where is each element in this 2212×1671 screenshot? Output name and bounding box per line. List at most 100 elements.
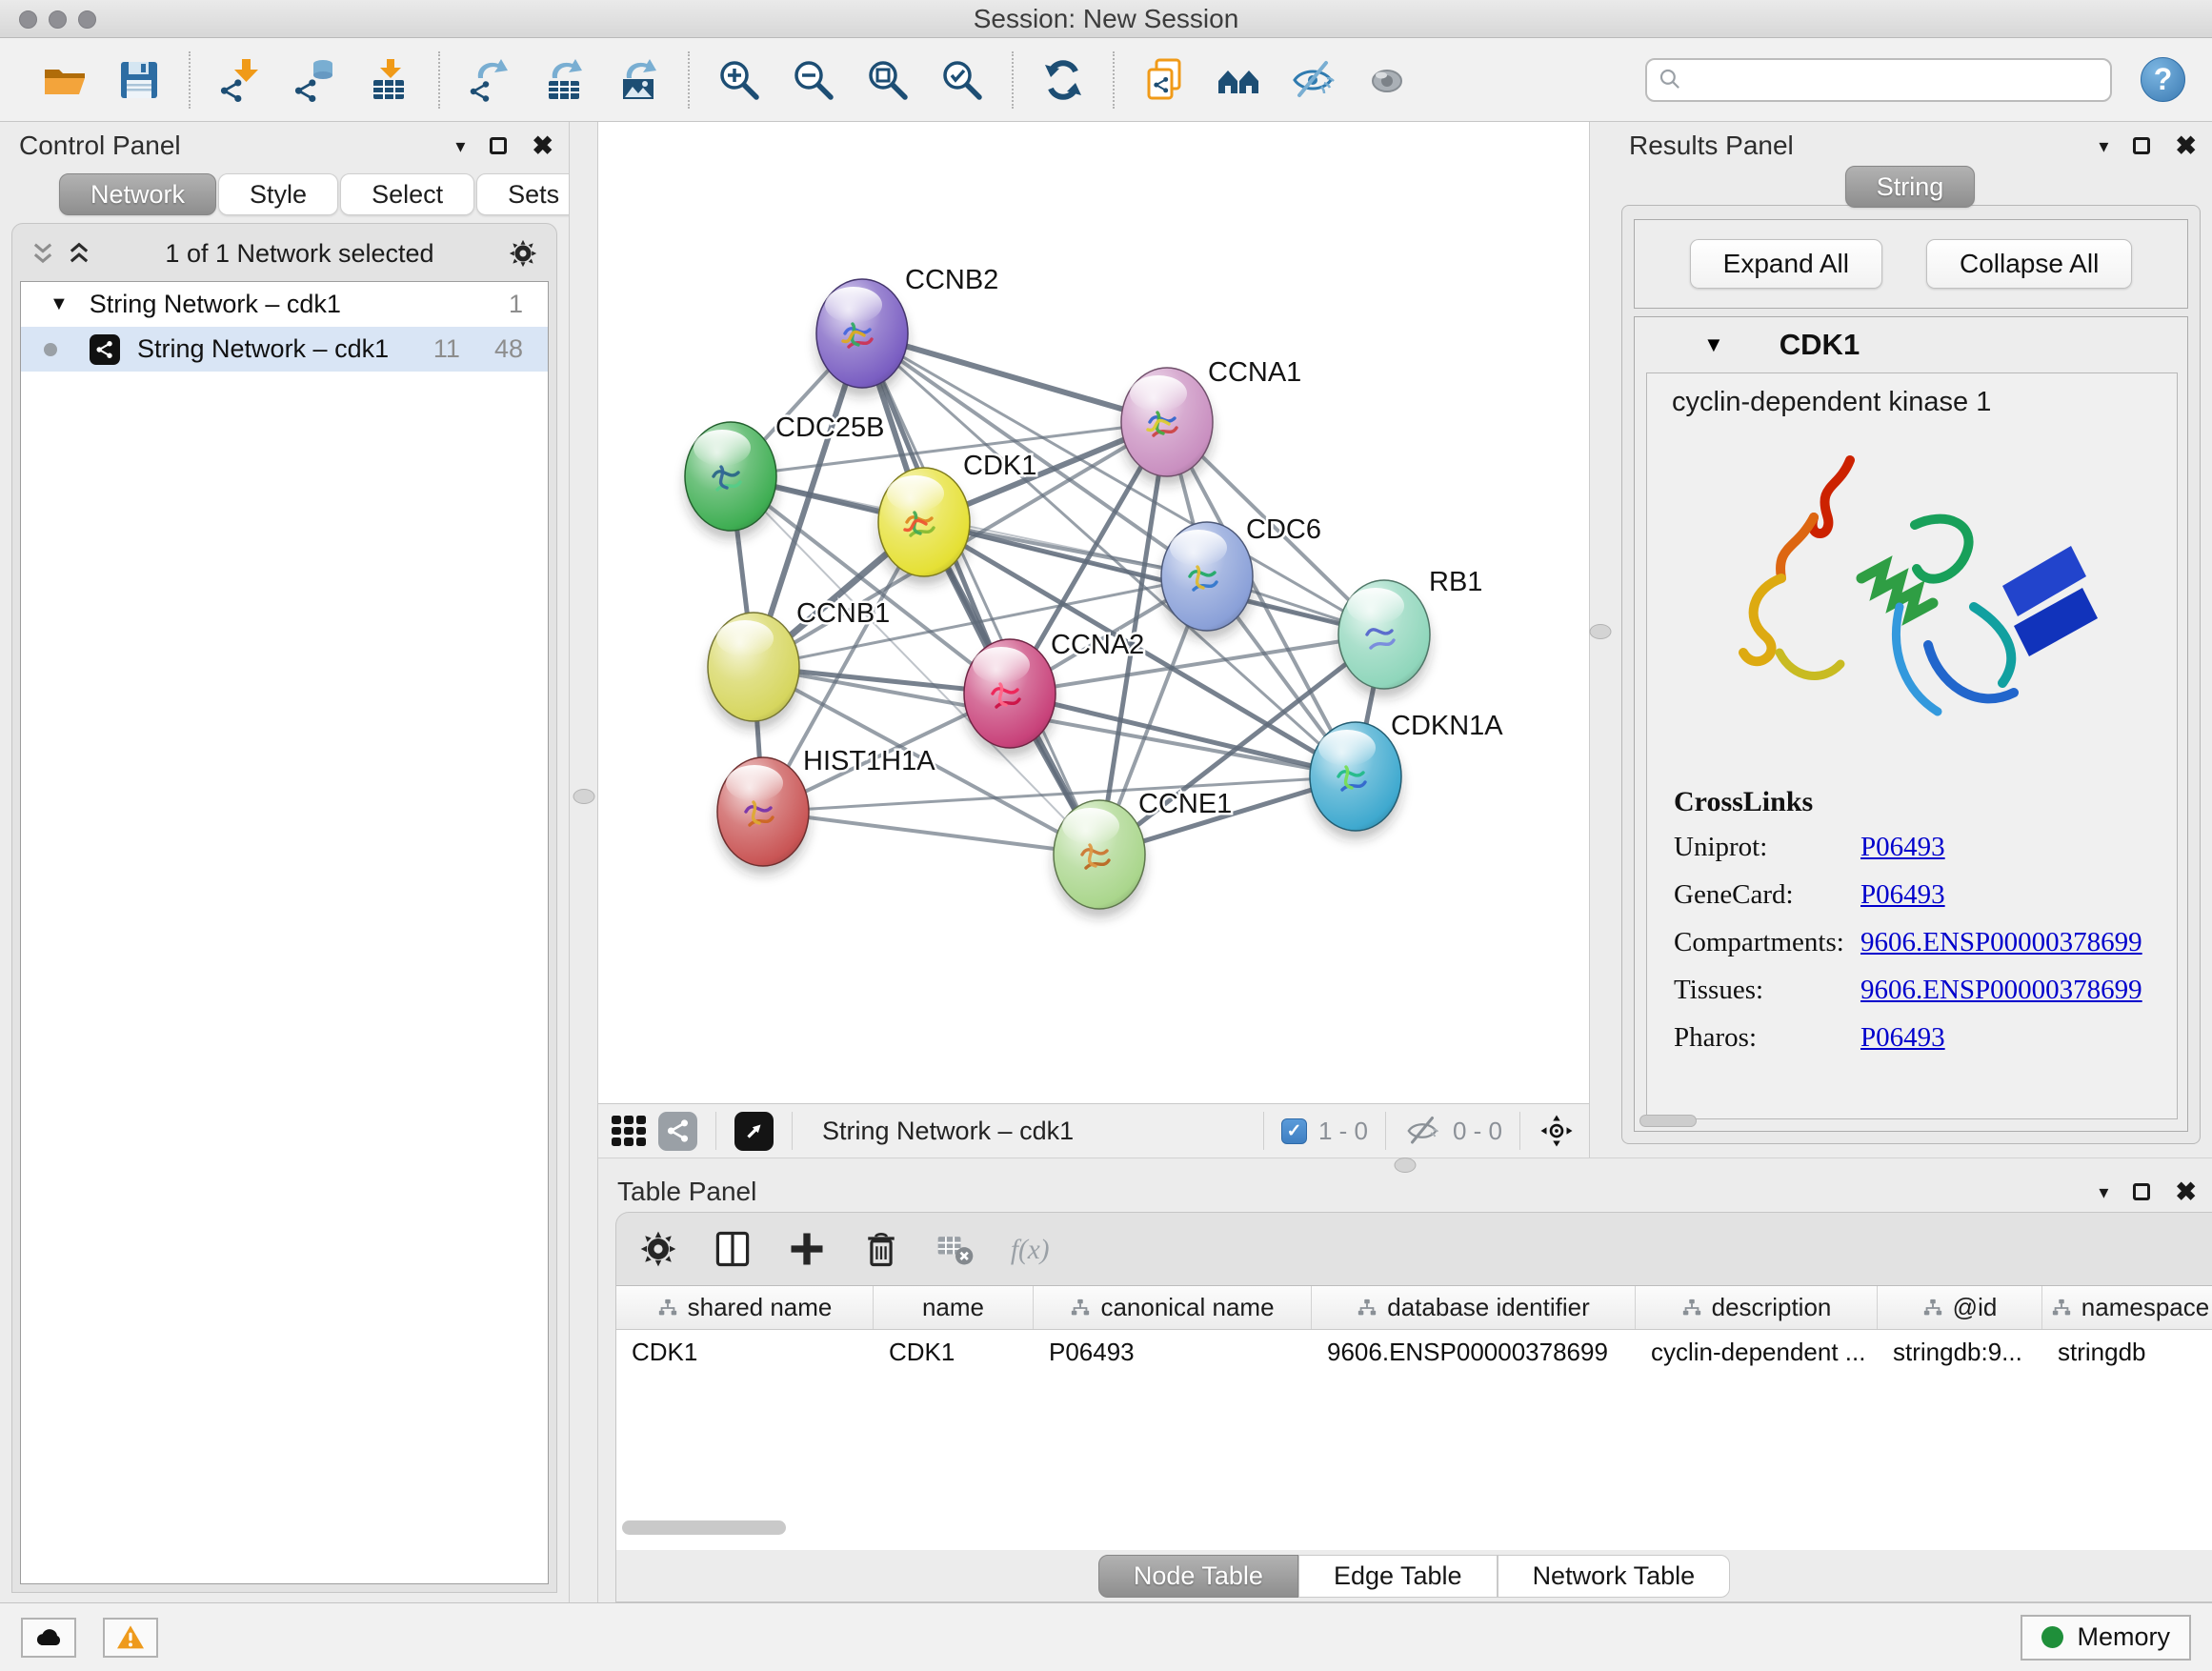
control-panel-float-icon[interactable] [490, 137, 507, 154]
collection-expand-icon[interactable]: ▼ [50, 293, 69, 315]
import-table-button[interactable] [364, 55, 413, 105]
export-table-button[interactable] [539, 55, 589, 105]
results-panel-close-icon[interactable]: ✖ [2175, 133, 2197, 159]
column-header-description[interactable]: description [1636, 1286, 1878, 1329]
zoom-out-button[interactable] [789, 55, 838, 105]
crosslink-link[interactable]: P06493 [1860, 832, 1945, 863]
table-cell[interactable]: 9606.ENSP00000378699 [1312, 1330, 1636, 1374]
network-canvas[interactable]: CCNB2CCNA1CDC25BCDK1CDC6RB1CCNB1CCNA2CDK… [598, 122, 1589, 1103]
zoom-fit-button[interactable] [863, 55, 913, 105]
refresh-layout-button[interactable] [1038, 55, 1088, 105]
collapse-all-icon[interactable] [30, 240, 56, 267]
hidden-eye-icon[interactable] [1403, 1112, 1441, 1150]
network-node-CDC6[interactable]: CDC6 [1161, 514, 1321, 639]
control-panel-collapse-icon[interactable]: ▾ [455, 134, 465, 158]
save-session-button[interactable] [114, 55, 164, 105]
zoom-selected-button[interactable] [937, 55, 987, 105]
first-neighbors-button[interactable] [1214, 55, 1263, 105]
left-splitter[interactable] [569, 122, 598, 1602]
network-results-splitter[interactable] [1589, 122, 1610, 1158]
maximize-window-button[interactable] [78, 10, 96, 29]
table-panel-float-icon[interactable] [2133, 1183, 2150, 1200]
tab-network-table[interactable]: Network Table [1498, 1555, 1731, 1598]
import-network-database-button[interactable] [290, 55, 339, 105]
table-settings-button[interactable] [635, 1226, 681, 1272]
column-header-namespace[interactable]: namespace [2042, 1286, 2212, 1329]
hide-selected-button[interactable] [1288, 55, 1337, 105]
add-column-button[interactable] [784, 1226, 830, 1272]
cloud-status-button[interactable] [21, 1618, 76, 1658]
table-cell[interactable]: stringdb:9... [1878, 1330, 2042, 1374]
table-cell[interactable]: CDK1 [874, 1330, 1034, 1374]
table-panel-collapse-icon[interactable]: ▾ [2099, 1180, 2108, 1204]
table-cell[interactable]: P06493 [1034, 1330, 1312, 1374]
table-panel-splitter-handle[interactable] [1395, 1158, 1417, 1173]
table-horizontal-scrollbar[interactable] [622, 1520, 786, 1535]
network-results-splitter-handle[interactable] [1589, 624, 1611, 639]
network-node-HIST1H1A[interactable]: HIST1H1A [717, 746, 935, 875]
network-edge-HIST1H1A-CCNE1[interactable] [763, 812, 1099, 855]
column-header-name[interactable]: name [874, 1286, 1034, 1329]
results-panel-collapse-icon[interactable]: ▾ [2099, 134, 2108, 158]
network-node-RB1[interactable]: RB1 [1338, 567, 1482, 697]
grid-view-icon[interactable] [612, 1116, 646, 1146]
show-columns-button[interactable] [710, 1226, 755, 1272]
tab-edge-table[interactable]: Edge Table [1298, 1555, 1498, 1598]
expand-all-icon[interactable] [66, 240, 92, 267]
memory-button[interactable]: Memory [2021, 1615, 2191, 1661]
import-network-file-button[interactable] [215, 55, 265, 105]
column-header-canonical-name[interactable]: canonical name [1034, 1286, 1312, 1329]
export-image-button[interactable] [613, 55, 663, 105]
help-button[interactable]: ? [2141, 57, 2185, 102]
close-window-button[interactable] [19, 10, 37, 29]
crosslink-link[interactable]: 9606.ENSP00000378699 [1860, 927, 2142, 958]
results-panel-float-icon[interactable] [2133, 137, 2150, 154]
network-node-CDKN1A[interactable]: CDKN1A [1310, 711, 1503, 839]
show-all-button[interactable] [1362, 55, 1412, 105]
table-row[interactable]: CDK1CDK1P064939606.ENSP00000378699cyclin… [616, 1330, 2212, 1374]
column-header-database-identifier[interactable]: database identifier [1312, 1286, 1636, 1329]
left-splitter-handle[interactable] [573, 789, 594, 804]
warnings-button[interactable] [103, 1618, 158, 1658]
result-entry-header[interactable]: ▼ CDK1 [1635, 317, 2187, 372]
network-edge-CCNB2-CCNA1[interactable] [862, 333, 1167, 422]
collapse-all-button[interactable]: Collapse All [1926, 239, 2132, 289]
birds-eye-view-icon[interactable] [734, 1112, 774, 1151]
entry-expand-icon[interactable]: ▼ [1703, 332, 1724, 357]
table-cell[interactable]: CDK1 [616, 1330, 874, 1374]
export-network-button[interactable] [465, 55, 514, 105]
table-panel-close-icon[interactable]: ✖ [2175, 1179, 2197, 1205]
search-input[interactable] [1693, 61, 2110, 99]
crosslink-link[interactable]: P06493 [1860, 879, 1945, 911]
network-node-CCNB1[interactable]: CCNB1 [708, 598, 890, 730]
column-header-shared-name[interactable]: shared name [616, 1286, 874, 1329]
network-node-CDK1[interactable]: CDK1 [878, 451, 1036, 585]
network-collection-row[interactable]: ▼ String Network – cdk1 1 [21, 282, 548, 327]
network-share-icon[interactable] [658, 1112, 697, 1151]
control-panel-close-icon[interactable]: ✖ [532, 133, 553, 159]
table-cell[interactable]: stringdb [2042, 1330, 2212, 1374]
network-options-gear-icon[interactable] [507, 237, 539, 270]
table-cell[interactable]: cyclin-dependent ... [1636, 1330, 1878, 1374]
tab-style[interactable]: Style [218, 173, 338, 215]
tab-network[interactable]: Network [59, 173, 216, 215]
crosslink-link[interactable]: 9606.ENSP00000378699 [1860, 975, 2142, 1006]
crosslink-link[interactable]: P06493 [1860, 1022, 1945, 1054]
search-box[interactable] [1645, 58, 2112, 102]
selected-checkbox-icon[interactable]: ✓ [1281, 1118, 1307, 1144]
tab-node-table[interactable]: Node Table [1098, 1555, 1298, 1598]
table-panel-splitter[interactable] [598, 1158, 2212, 1172]
results-horizontal-scrollbar[interactable] [1639, 1115, 1697, 1127]
network-node-CCNE1[interactable]: CCNE1 [1054, 789, 1232, 917]
expand-all-button[interactable]: Expand All [1690, 239, 1882, 289]
column-header--id[interactable]: @id [1878, 1286, 2042, 1329]
network-row-selected[interactable]: String Network – cdk1 11 48 [21, 327, 548, 372]
tab-string[interactable]: String [1845, 166, 1976, 208]
duplicate-network-button[interactable] [1139, 55, 1189, 105]
open-session-button[interactable] [40, 55, 90, 105]
delete-column-button[interactable] [858, 1226, 904, 1272]
network-node-CCNB2[interactable]: CCNB2 [816, 265, 998, 396]
zoom-in-button[interactable] [714, 55, 764, 105]
minimize-window-button[interactable] [49, 10, 67, 29]
tab-select[interactable]: Select [340, 173, 474, 215]
